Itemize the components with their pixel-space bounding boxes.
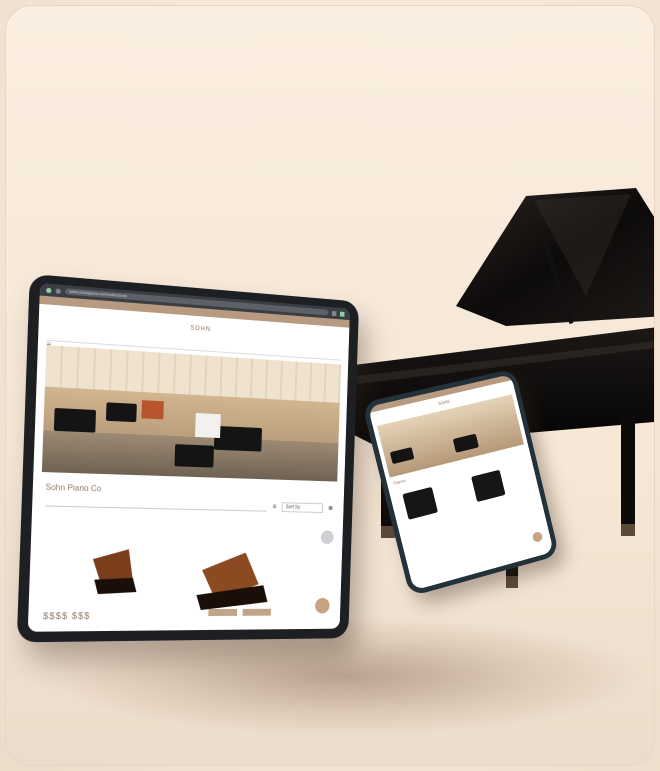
- showroom-piano: [53, 407, 97, 433]
- grid-icon[interactable]: ▦: [328, 505, 332, 511]
- showroom-furniture: [141, 400, 164, 420]
- chat-button[interactable]: [531, 530, 544, 543]
- showroom-piano: [452, 433, 479, 453]
- tablet-screen: www.sohnpiano.com/collections SOHN ≡: [27, 283, 350, 632]
- scene: www.sohnpiano.com/collections SOHN ≡: [0, 0, 660, 771]
- showroom-piano: [105, 402, 137, 423]
- background-card: www.sohnpiano.com/collections SOHN ≡: [6, 6, 654, 765]
- showroom-piano: [389, 447, 415, 465]
- upright-piano-image: [471, 469, 506, 503]
- showroom-hero-image: [41, 345, 342, 482]
- showroom-display: [194, 412, 221, 439]
- tablet-device: www.sohnpiano.com/collections SOHN ≡: [16, 273, 360, 643]
- back-icon[interactable]: [55, 287, 61, 294]
- upright-piano-image: [402, 486, 438, 520]
- menu-icon[interactable]: [339, 311, 345, 317]
- tabs-icon[interactable]: [331, 310, 337, 316]
- sort-dropdown[interactable]: Sort by: [281, 502, 324, 513]
- product-card[interactable]: [463, 457, 536, 516]
- home-icon[interactable]: [46, 287, 52, 293]
- filter-field[interactable]: [44, 496, 268, 512]
- filter-icon[interactable]: ⊞: [272, 504, 276, 510]
- product-price: $$$$ $$$: [42, 610, 91, 622]
- product-button[interactable]: [208, 608, 238, 617]
- product-list: $$$$ $$$: [28, 538, 343, 632]
- product-button[interactable]: [242, 608, 271, 616]
- showroom-piano: [174, 444, 215, 468]
- showroom-piano: [213, 425, 263, 452]
- filter-bar: ⊞ Sort by ▦: [44, 496, 333, 513]
